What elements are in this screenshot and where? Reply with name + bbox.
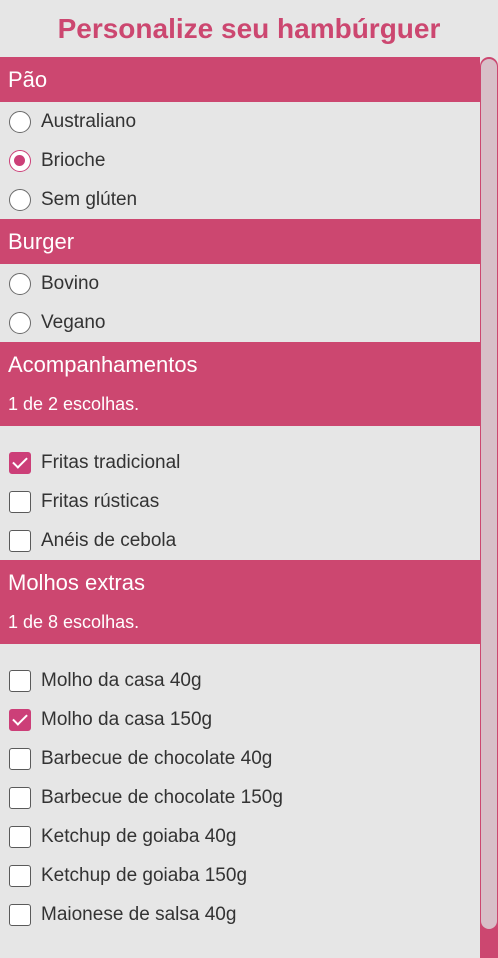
option-brioche[interactable]: Brioche [0, 141, 480, 180]
radio-brioche[interactable] [9, 149, 31, 172]
section-header-molhos: Molhos extras 1 de 8 escolhas. [0, 560, 480, 644]
option-maionese-salsa-40g[interactable]: Maionese de salsa 40g [0, 895, 480, 934]
option-fritas-rusticas[interactable]: Fritas rústicas [0, 482, 480, 521]
option-label: Sem glúten [41, 188, 138, 210]
section-header-burger: Burger [0, 219, 480, 264]
checkbox-ketchup-goiaba-40g[interactable] [9, 825, 31, 848]
option-molho-da-casa-150g[interactable]: Molho da casa 150g [0, 700, 480, 739]
section-header-acompanhamentos: Acompanhamentos 1 de 2 escolhas. [0, 342, 480, 426]
section-title: Acompanhamentos [8, 352, 198, 377]
option-label: Brioche [41, 149, 106, 171]
checkbox-aneis-de-cebola[interactable] [9, 529, 31, 552]
option-label: Australiano [41, 110, 137, 132]
section-title: Pão [8, 67, 48, 92]
option-australiano[interactable]: Australiano [0, 102, 480, 141]
option-label: Maionese de salsa 40g [41, 903, 237, 925]
scrollbar-thumb[interactable] [481, 59, 497, 929]
option-label: Fritas tradicional [41, 451, 181, 473]
radio-group-pao: Australiano Brioche Sem glúten [0, 102, 480, 219]
section-header-pao: Pão [0, 57, 480, 102]
checkbox-fritas-rusticas[interactable] [9, 490, 31, 513]
checkbox-molho-da-casa-150g[interactable] [9, 708, 31, 731]
option-fritas-tradicional[interactable]: Fritas tradicional [0, 443, 480, 482]
option-aneis-de-cebola[interactable]: Anéis de cebola [0, 521, 480, 560]
option-molho-da-casa-40g[interactable]: Molho da casa 40g [0, 661, 480, 700]
option-ketchup-goiaba-150g[interactable]: Ketchup de goiaba 150g [0, 856, 480, 895]
checkbox-barbecue-chocolate-150g[interactable] [9, 786, 31, 809]
option-ketchup-goiaba-40g[interactable]: Ketchup de goiaba 40g [0, 817, 480, 856]
checkbox-group-acompanhamentos: Fritas tradicional Fritas rústicas Anéis… [0, 426, 480, 560]
selection-count: 1 de 2 escolhas. [8, 394, 140, 414]
option-label: Barbecue de chocolate 150g [41, 786, 283, 808]
scrollbar[interactable] [480, 57, 498, 958]
option-label: Bovino [41, 272, 100, 294]
option-label: Vegano [41, 311, 106, 333]
option-vegano[interactable]: Vegano [0, 303, 480, 342]
option-barbecue-chocolate-150g[interactable]: Barbecue de chocolate 150g [0, 778, 480, 817]
checkbox-maionese-salsa-40g[interactable] [9, 903, 31, 926]
checkbox-barbecue-chocolate-40g[interactable] [9, 747, 31, 770]
option-label: Fritas rústicas [41, 490, 160, 512]
section-title: Burger [8, 229, 75, 254]
checkbox-fritas-tradicional[interactable] [9, 451, 31, 474]
page-title: Personalize seu hambúrguer [57, 13, 441, 44]
checkbox-group-molhos: Molho da casa 40g Molho da casa 150g Bar… [0, 644, 480, 934]
section-title: Molhos extras [8, 570, 145, 595]
radio-australiano[interactable] [9, 110, 31, 133]
option-label: Molho da casa 40g [41, 669, 202, 691]
option-sem-gluten[interactable]: Sem glúten [0, 180, 480, 219]
selection-count: 1 de 8 escolhas. [8, 612, 140, 632]
option-label: Molho da casa 150g [41, 708, 213, 730]
radio-group-burger: Bovino Vegano [0, 264, 480, 342]
option-barbecue-chocolate-40g[interactable]: Barbecue de chocolate 40g [0, 739, 480, 778]
checkbox-ketchup-goiaba-150g[interactable] [9, 864, 31, 887]
option-label: Ketchup de goiaba 150g [41, 864, 248, 886]
radio-bovino[interactable] [9, 272, 31, 295]
options-list: Pão Australiano Brioche Sem glúten Burge… [0, 57, 480, 934]
option-label: Ketchup de goiaba 40g [41, 825, 237, 847]
radio-sem-gluten[interactable] [9, 188, 31, 211]
option-label: Barbecue de chocolate 40g [41, 747, 273, 769]
option-bovino[interactable]: Bovino [0, 264, 480, 303]
option-label: Anéis de cebola [41, 529, 177, 551]
checkbox-molho-da-casa-40g[interactable] [9, 669, 31, 692]
radio-vegano[interactable] [9, 311, 31, 334]
